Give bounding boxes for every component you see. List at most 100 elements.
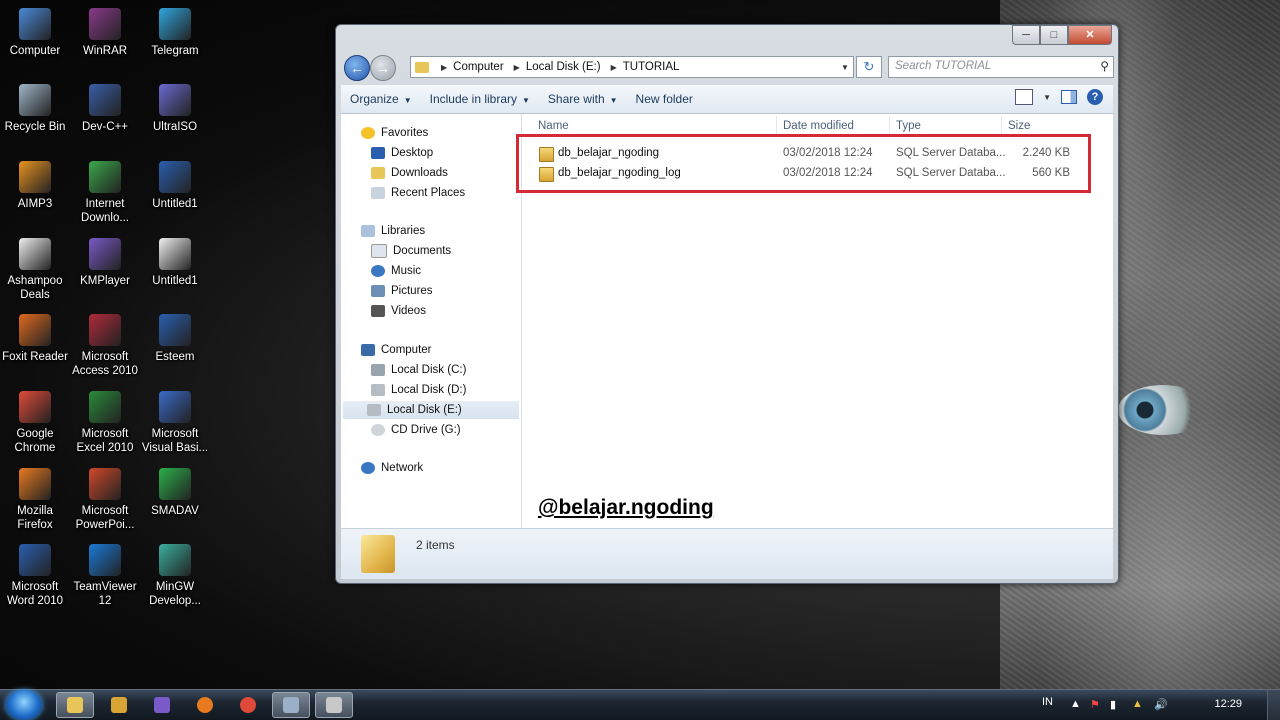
drive-icon [371, 384, 385, 396]
taskbar-firefox[interactable] [186, 692, 224, 718]
show-desktop-button[interactable] [1267, 690, 1280, 720]
taskbar-app-2[interactable] [315, 692, 353, 718]
desktop-icon-label: Microsoft Excel 2010 [76, 428, 134, 454]
network-tray-icon[interactable]: ▲ [1132, 698, 1143, 710]
nav-recent-places[interactable]: Recent Places [371, 184, 465, 202]
clock[interactable]: 12:29 [1214, 698, 1242, 710]
new-folder-button[interactable]: New folder [627, 85, 702, 113]
desktop-icon-item[interactable]: Untitled1 [140, 238, 210, 288]
desktop-icon-item[interactable]: SMADAV [140, 468, 210, 518]
desktop-icon-item[interactable]: UltraISO [140, 84, 210, 134]
taskbar-explorer[interactable] [56, 692, 94, 718]
desktop-icon-item[interactable]: Computer [0, 8, 70, 58]
battery-icon[interactable]: ▮ [1110, 698, 1116, 711]
desktop-icon-item[interactable]: Mozilla Firefox [0, 468, 70, 532]
column-size[interactable]: Size [1008, 114, 1030, 134]
change-view-icon[interactable] [1015, 89, 1034, 105]
desktop-icon-item[interactable]: Microsoft Word 2010 [0, 544, 70, 608]
desktop-icon-item[interactable]: TeamViewer 12 [70, 544, 140, 608]
desktop-icon-item[interactable]: Microsoft Visual Basi... [140, 391, 210, 455]
breadcrumb-tutorial[interactable]: TUTORIAL [623, 61, 680, 73]
desktop-icon-item[interactable]: Telegram [140, 8, 210, 58]
share-with-button[interactable]: Share with ▼ [539, 85, 627, 113]
app-icon [159, 544, 191, 576]
desktop-icon-item[interactable]: AIMP3 [0, 161, 70, 211]
taskbar-chrome[interactable] [229, 692, 267, 718]
desktop-icon-item[interactable]: WinRAR [70, 8, 140, 58]
nav-documents[interactable]: Documents [371, 242, 451, 260]
navigation-pane: Favorites Desktop Downloads Recent Place… [341, 114, 522, 528]
nav-label: Pictures [391, 285, 433, 297]
action-center-icon[interactable]: ⚑ [1090, 698, 1100, 711]
search-input[interactable]: Search TUTORIAL ⚲ [888, 56, 1114, 78]
forward-button[interactable]: → [370, 55, 396, 81]
column-name[interactable]: Name [538, 114, 569, 134]
breadcrumb-chevron-icon[interactable]: ▶ [441, 63, 447, 72]
nav-music[interactable]: Music [371, 262, 421, 280]
desktop-icon-label: KMPlayer [80, 275, 130, 287]
nav-computer[interactable]: Computer [361, 341, 432, 359]
desktop-icon-item[interactable]: Google Chrome [0, 391, 70, 455]
nav-libraries[interactable]: Libraries [361, 222, 425, 240]
desktop-icon-item[interactable]: Internet Downlo... [70, 161, 140, 225]
refresh-button[interactable]: ↻ [856, 56, 882, 78]
breadcrumb-local-disk-e[interactable]: Local Disk (E:) [526, 61, 601, 73]
breadcrumb-chevron-icon[interactable]: ▶ [514, 63, 520, 72]
column-separator[interactable] [776, 116, 777, 134]
desktop-icon-item[interactable]: Foxit Reader [0, 314, 70, 364]
column-type[interactable]: Type [896, 114, 921, 134]
language-indicator[interactable]: IN [1042, 696, 1053, 708]
breadcrumb-computer[interactable]: Computer [453, 61, 504, 73]
column-separator[interactable] [1001, 116, 1002, 134]
desktop-icon-item[interactable]: Untitled1 [140, 161, 210, 211]
taskbar-kmplayer[interactable] [143, 692, 181, 718]
organize-button[interactable]: Organize ▼ [341, 85, 421, 113]
close-button[interactable]: ✕ [1068, 25, 1112, 45]
desktop-icon-label: Dev-C++ [81, 121, 129, 133]
desktop-icon-item[interactable]: Microsoft Excel 2010 [70, 391, 140, 455]
file-size: 2.240 KB [1022, 147, 1070, 159]
desktop-icon-item[interactable]: Esteem [140, 314, 210, 364]
nav-local-disk-e[interactable]: Local Disk (E:) [343, 401, 519, 419]
start-button[interactable] [6, 690, 42, 720]
column-date-modified[interactable]: Date modified [783, 114, 854, 134]
app-icon [89, 84, 121, 116]
address-dropdown-icon[interactable]: ▼ [837, 63, 853, 72]
nav-network[interactable]: Network [361, 459, 423, 477]
address-bar[interactable]: ▶ Computer ▶ Local Disk (E:) ▶ TUTORIAL … [410, 56, 854, 78]
help-icon[interactable]: ? [1087, 89, 1103, 105]
nav-pictures[interactable]: Pictures [371, 282, 433, 300]
nav-downloads[interactable]: Downloads [371, 164, 448, 182]
nav-local-disk-d[interactable]: Local Disk (D:) [371, 381, 466, 399]
nav-local-disk-c[interactable]: Local Disk (C:) [371, 361, 466, 379]
taskbar-app[interactable] [272, 692, 310, 718]
minimize-button[interactable]: ─ [1012, 25, 1040, 45]
nav-cd-drive-g[interactable]: CD Drive (G:) [371, 421, 461, 439]
nav-favorites[interactable]: Favorites [361, 124, 428, 142]
table-row[interactable]: db_belajar_ngoding_log 03/02/2018 12:24 … [536, 163, 1076, 183]
volume-icon[interactable]: 🔊 [1154, 698, 1168, 711]
view-chevron-down-icon[interactable]: ▼ [1043, 93, 1051, 102]
nav-desktop[interactable]: Desktop [371, 144, 433, 162]
column-separator[interactable] [889, 116, 890, 134]
desktop-icon-label: Microsoft PowerPoi... [75, 505, 135, 531]
maximize-button[interactable]: □ [1040, 25, 1068, 45]
breadcrumb-chevron-icon[interactable]: ▶ [611, 63, 617, 72]
back-button[interactable]: ← [344, 55, 370, 81]
nav-label: Desktop [391, 147, 434, 159]
taskbar-media-player[interactable] [100, 692, 138, 718]
star-icon [361, 127, 375, 139]
desktop-icon-item[interactable]: Ashampoo Deals [0, 238, 70, 302]
table-row[interactable]: db_belajar_ngoding 03/02/2018 12:24 SQL … [536, 143, 1076, 163]
desktop-icon-item[interactable]: Dev-C++ [70, 84, 140, 134]
include-in-library-button[interactable]: Include in library ▼ [421, 85, 539, 113]
show-hidden-icons-icon[interactable]: ▲ [1070, 698, 1081, 710]
desktop-icon-item[interactable]: Recycle Bin [0, 84, 70, 134]
nav-videos[interactable]: Videos [371, 302, 426, 320]
preview-pane-icon[interactable] [1061, 90, 1077, 104]
search-icon[interactable]: ⚲ [1100, 59, 1109, 73]
desktop-icon-item[interactable]: MinGW Develop... [140, 544, 210, 608]
desktop-icon-item[interactable]: Microsoft PowerPoi... [70, 468, 140, 532]
desktop-icon-item[interactable]: KMPlayer [70, 238, 140, 288]
desktop-icon-item[interactable]: Microsoft Access 2010 [70, 314, 140, 378]
